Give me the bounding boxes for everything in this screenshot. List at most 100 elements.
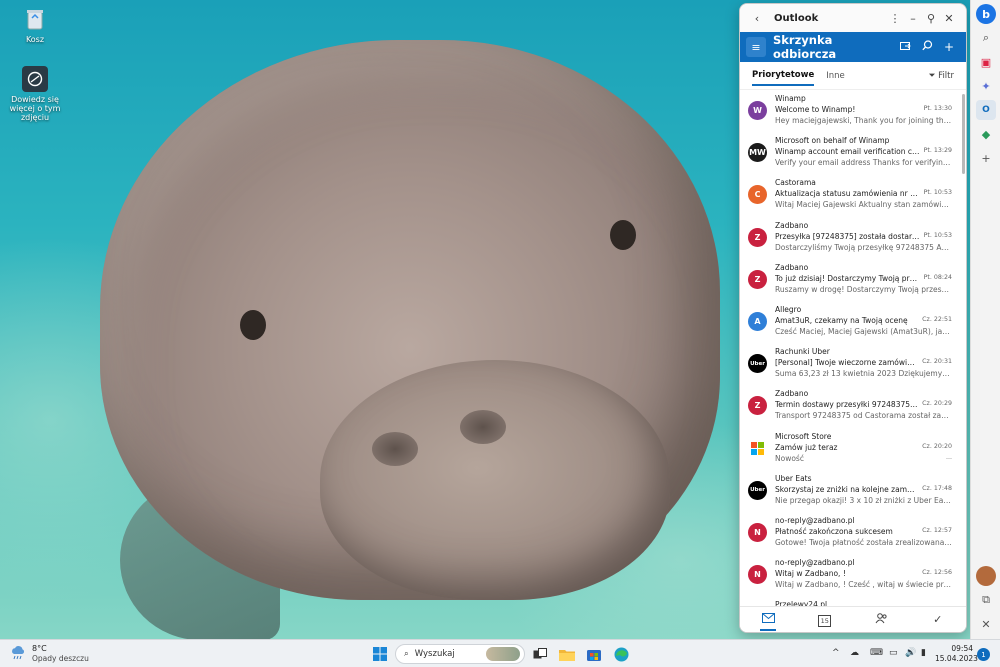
manatee-nostril-left <box>372 432 418 466</box>
show-hidden-icons-chevron-icon[interactable]: ^ <box>832 648 840 658</box>
nav-mail[interactable] <box>748 613 788 631</box>
email-subject: Płatność zakończona sukcesem <box>775 526 893 536</box>
email-list-item[interactable]: Z Zadbano To już dzisiaj! Dostarczymy Twoj… <box>740 259 960 301</box>
close-sidebar-icon[interactable]: ✕ <box>976 614 996 634</box>
email-list-item[interactable]: Nno-reply@zadbano.pl Witaj w Zadbano, ! Cz… <box>740 554 960 596</box>
drop-icon[interactable]: ◆ <box>976 124 996 144</box>
avatar[interactable] <box>976 566 996 586</box>
hamburger-menu-icon[interactable]: ≡ <box>746 37 766 57</box>
clock-date: 15.04.2023 <box>935 654 978 663</box>
rain-cloud-icon <box>10 645 26 664</box>
nav-tasks[interactable]: ✓ <box>918 613 958 626</box>
email-list-item[interactable]: Uber Uber Eats Skorzystaj ze zniżki na kol… <box>740 470 960 512</box>
email-preview: Dostarczyliśmy Twoją przesyłkę 97248375 … <box>775 242 952 252</box>
taskbar: 8°C Opady deszczu ⌕ Wyszukaj ^ ☁ ⌨ ▭ 🔊 ▮… <box>0 639 1000 667</box>
minimize-icon[interactable]: – <box>904 12 922 25</box>
notification-badge[interactable]: 1 <box>977 648 990 661</box>
network-icon[interactable]: ▭ <box>889 648 898 658</box>
nav-calendar[interactable]: 15 <box>805 613 845 627</box>
email-time: Pt. 10:53 <box>923 231 952 239</box>
keyboard-icon[interactable]: ⌨ <box>870 648 883 658</box>
email-preview: Verify your email address Thanks for ver… <box>775 158 952 168</box>
email-subject: Winamp account email verification code <box>775 147 920 157</box>
task-view-icon[interactable] <box>531 645 549 663</box>
recycle-bin-icon <box>22 6 48 32</box>
email-subject: Termin dostawy przesyłki 97248375 od C..… <box>775 400 918 410</box>
email-list-scrollbar[interactable] <box>962 94 965 174</box>
desktop-icon-recycle-bin[interactable]: Kosz <box>0 6 70 44</box>
email-list-item[interactable]: A Allegro Amat3uR, czekamy na Twoją ocenę C… <box>740 301 960 343</box>
email-list-item[interactable]: Z Zadbano Termin dostawy przesyłki 9724837… <box>740 385 960 427</box>
camera-icon <box>22 66 48 92</box>
email-sender: Microsoft on behalf of Winamp <box>775 136 890 146</box>
shopping-bag-icon[interactable]: ▣ <box>976 52 996 72</box>
sender-avatar: Uber <box>748 354 767 374</box>
email-preview: Transport 97248375 od Castorama został z… <box>775 411 952 421</box>
back-arrow-icon[interactable]: ‹ <box>748 12 766 25</box>
mail-icon <box>761 613 775 626</box>
search-icon[interactable]: ⌕ <box>976 28 996 48</box>
close-icon[interactable]: ✕ <box>940 12 958 25</box>
microsoft-store-icon[interactable] <box>585 645 603 663</box>
email-list-item[interactable]: Nno-reply@zadbano.pl Płatność zakończona … <box>740 512 960 554</box>
email-time: Pt. 13:30 <box>923 105 952 112</box>
email-list-item[interactable]: MW Microsoft on behalf of Winamp Winamp ac… <box>740 132 960 174</box>
pin-icon[interactable]: ⚲ <box>922 12 940 25</box>
email-sender: Zadbano <box>775 262 809 272</box>
email-sender: Winamp <box>775 94 806 103</box>
email-time: Cz. 12:57 <box>922 526 952 534</box>
system-clock[interactable]: 09:54 15.04.2023 <box>935 644 978 664</box>
folder-header: ≡ Skrzynka odbiorcza + <box>740 32 966 62</box>
new-mail-plus-icon[interactable]: + <box>938 40 960 54</box>
sender-avatar: MW <box>748 143 767 163</box>
tools-icon[interactable]: ✦ <box>976 76 996 96</box>
search-icon: ⌕ <box>404 649 409 659</box>
nav-people[interactable] <box>861 612 901 627</box>
filter-button[interactable]: ⏷ Filtr <box>929 71 954 81</box>
taskbar-search-box[interactable]: ⌕ Wyszukaj <box>395 644 525 664</box>
desktop-icon-label: Dowiedz się więcej o tym zdjęciu <box>9 95 61 122</box>
edge-browser-icon[interactable] <box>612 645 630 663</box>
more-options-icon[interactable]: ⋮ <box>886 12 904 25</box>
sender-avatar: Z <box>748 227 767 247</box>
move-folder-icon[interactable] <box>894 40 916 54</box>
email-subject: Amat3uR, czekamy na Twoją ocenę <box>775 315 908 325</box>
file-explorer-icon[interactable] <box>558 645 576 663</box>
window-title: Outlook <box>774 12 819 24</box>
email-sender: Zadbano <box>775 389 809 399</box>
email-subject: To już dzisiaj! Dostarczymy Twoją przesy… <box>775 273 920 283</box>
email-time: Cz. 17:48 <box>922 484 952 492</box>
email-preview: Witaj w Zadbano, ! Cześć , witaj w świec… <box>775 580 952 590</box>
outlook-panel: ‹ Outlook ⋮ – ⚲ ✕ ≡ Skrzynka odbiorcza +… <box>739 3 967 633</box>
volume-icon[interactable]: 🔊 <box>905 648 916 658</box>
email-sender: Castorama <box>775 178 816 188</box>
weather-temperature: 8°C <box>32 644 47 653</box>
tab-focused[interactable]: Priorytetowe <box>752 66 815 86</box>
search-highlight-image <box>486 647 520 661</box>
tab-other[interactable]: Inne <box>826 67 845 85</box>
email-list-item[interactable]: Z Zadbano Przesyłka [97248375] została dos… <box>740 217 960 259</box>
email-list-item[interactable]: Microsoft Store Zamów już teraz Cz. 20:20 N… <box>740 428 960 470</box>
email-subject: Witaj w Zadbano, ! <box>775 569 846 579</box>
email-list-item[interactable]: Uber Rachunki Uber [Personal] Twoje wieczo… <box>740 343 960 385</box>
outlook-icon[interactable]: O <box>976 100 996 120</box>
weather-widget[interactable]: 8°C Opady deszczu <box>10 644 89 664</box>
search-icon[interactable] <box>916 40 938 54</box>
onedrive-cloud-icon[interactable]: ☁ <box>850 648 859 658</box>
email-list-item[interactable]: W Winamp Welcome to Winamp! Pt. 13:30 Hey ma… <box>740 90 960 132</box>
email-list-item[interactable]: Przelewy24.pl <box>740 596 960 606</box>
start-windows-icon[interactable] <box>371 645 389 663</box>
email-preview: Ruszamy w drogę! Dostarczymy Twoją przes… <box>775 284 952 294</box>
add-plus-icon[interactable]: + <box>976 148 996 168</box>
email-preview: Witaj Maciej Gajewski Aktualny stan zamó… <box>775 200 952 210</box>
split-screen-icon[interactable]: ⧉ <box>976 590 996 610</box>
desktop-icon-learn-more[interactable]: Dowiedz się więcej o tym zdjęciu <box>0 66 70 122</box>
battery-icon[interactable]: ▮ <box>921 648 926 658</box>
email-subject: Aktualizacja statusu zamówienia nr 97248… <box>775 189 920 199</box>
sender-avatar: Uber <box>748 480 767 500</box>
email-list-item[interactable]: C Castorama Aktualizacja statusu zamówieni… <box>740 174 960 216</box>
bing-chat-icon[interactable]: b <box>976 4 996 24</box>
manatee-snout <box>320 360 670 600</box>
email-preview: Gotowe! Twoja płatność została zrealizow… <box>775 537 952 547</box>
bottom-navigation: 15 ✓ <box>740 606 966 632</box>
